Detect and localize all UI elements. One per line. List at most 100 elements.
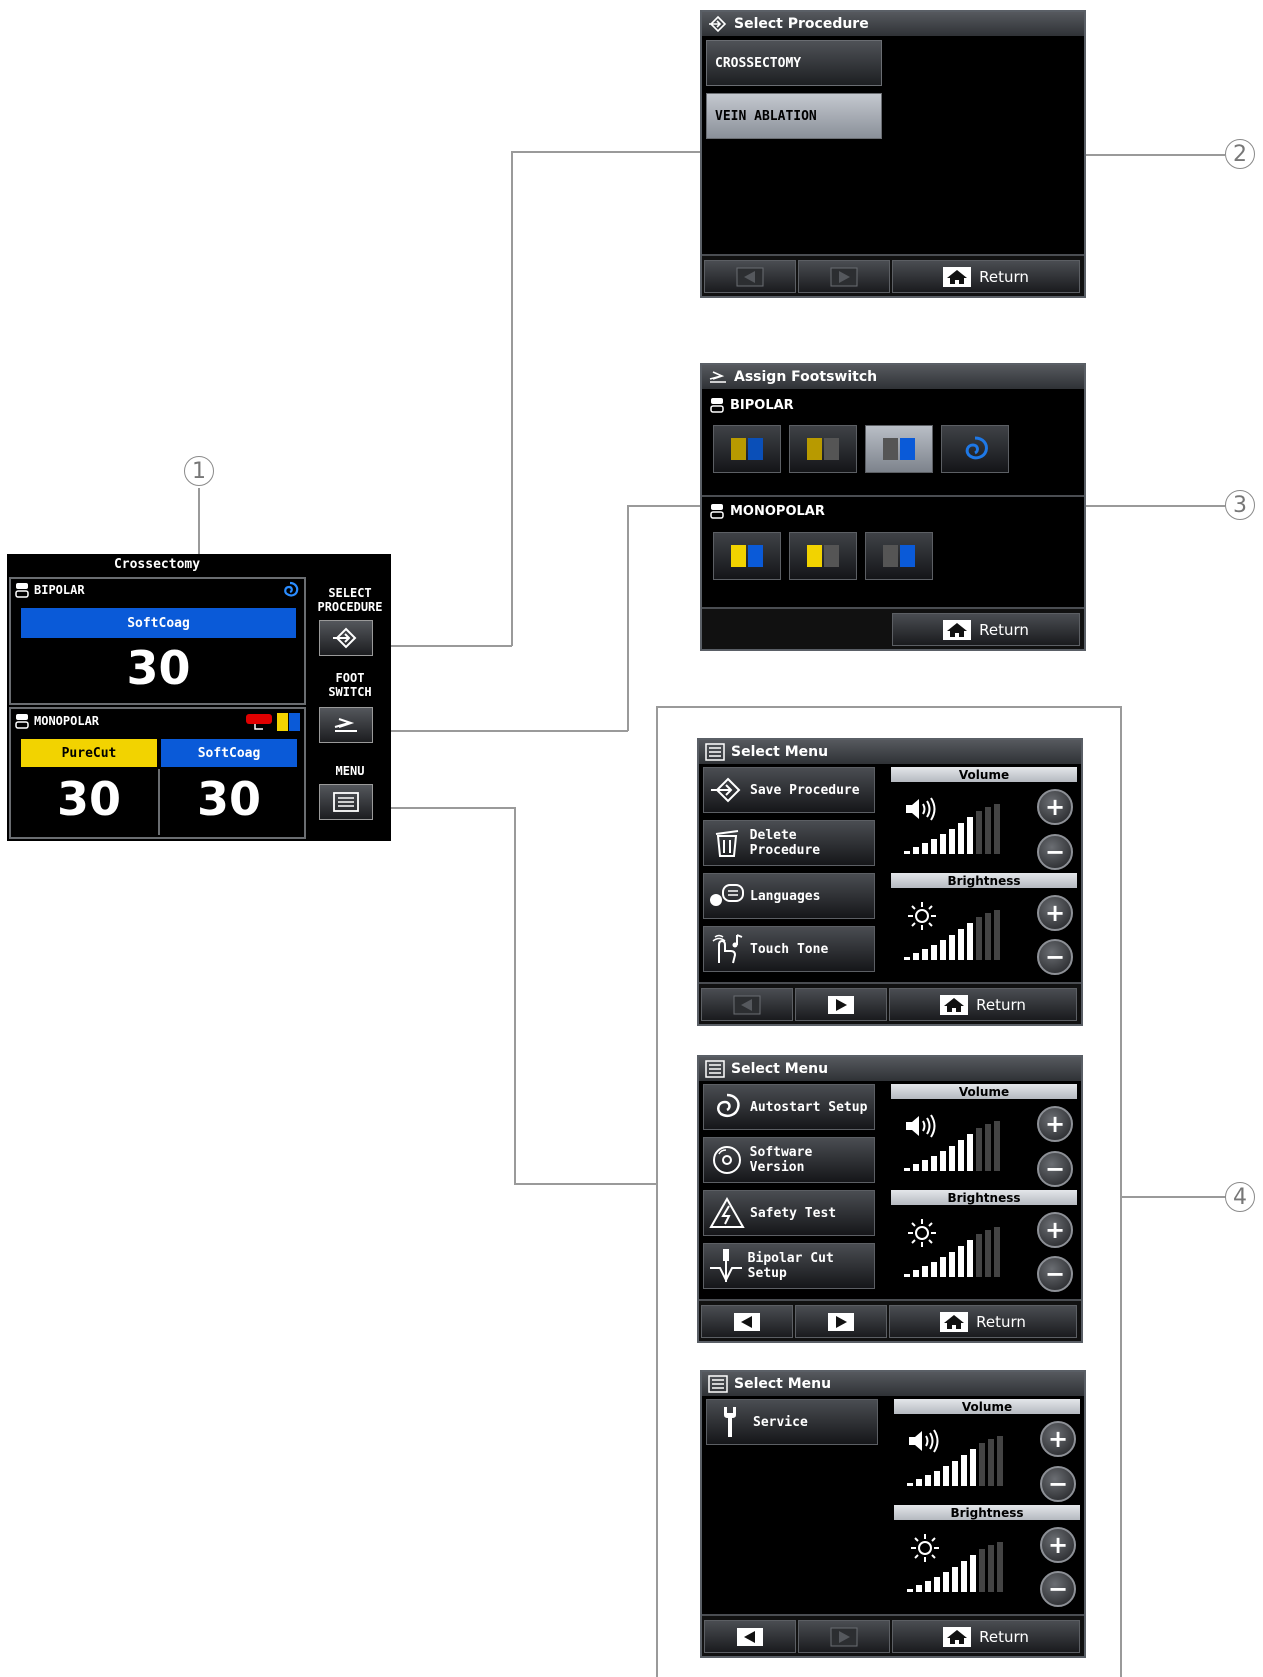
brightness-plus-button[interactable]: + <box>1040 1527 1076 1563</box>
trash-icon <box>715 830 738 857</box>
callout-4: 4 <box>1225 1182 1255 1212</box>
touch-tone-icon <box>712 934 743 964</box>
prev-page-button[interactable] <box>701 1305 793 1338</box>
bipolar-option-autostart[interactable] <box>941 425 1009 473</box>
return-label: Return <box>976 995 1026 1014</box>
volume-level-bars <box>907 1436 1003 1486</box>
return-button[interactable]: Return <box>889 988 1077 1021</box>
languages-icon <box>710 884 744 906</box>
return-button[interactable]: Return <box>892 613 1080 646</box>
next-page-button[interactable] <box>795 988 887 1021</box>
foot-switch-button[interactable] <box>319 707 373 743</box>
menu-label: MENU <box>335 764 365 778</box>
callout-2: 2 <box>1225 139 1255 169</box>
autostart-setup-label: Autostart Setup <box>750 1099 868 1115</box>
brightness-plus-button[interactable]: + <box>1037 1212 1073 1248</box>
menu-list-icon <box>705 1060 725 1078</box>
monopolar-option-grey-blue[interactable] <box>865 532 933 580</box>
home-icon <box>943 619 972 640</box>
select-procedure-icon <box>709 15 727 33</box>
arrow-right-icon <box>830 267 858 286</box>
bipolar-footswitch-icon <box>15 583 29 598</box>
procedure-item-crossectomy[interactable]: CROSSECTOMY <box>706 40 882 86</box>
wire-2b <box>511 151 513 646</box>
software-version-button[interactable]: Software Version <box>703 1137 875 1183</box>
brightness-minus-button[interactable]: − <box>1037 1256 1073 1292</box>
assign-monopolar-label: MONOPOLAR <box>730 503 825 519</box>
safety-test-button[interactable]: Safety Test <box>703 1190 875 1236</box>
prev-page-button[interactable] <box>701 988 793 1021</box>
delete-procedure-button[interactable]: Delete Procedure <box>703 820 875 866</box>
bipolar-value[interactable]: 30 <box>21 639 296 697</box>
bipolar-option-dark-yellow-grey[interactable] <box>789 425 857 473</box>
assign-footswitch-title: Assign Footswitch <box>734 369 878 385</box>
return-button[interactable]: Return <box>892 260 1080 293</box>
warning-icon <box>709 1197 745 1228</box>
monopolar-option-yellow-blue[interactable] <box>713 532 781 580</box>
monopolar-cut-mode[interactable]: PureCut <box>21 739 157 767</box>
brightness-level-bars <box>904 910 1000 960</box>
monopolar-coag-value[interactable]: 30 <box>161 769 297 829</box>
assign-footswitch-bottom-bar: Return <box>702 607 1084 649</box>
volume-minus-button[interactable]: − <box>1037 1151 1073 1187</box>
return-button[interactable]: Return <box>892 1620 1080 1653</box>
volume-header: Volume <box>891 1084 1077 1099</box>
assign-bipolar-label: BIPOLAR <box>730 397 794 413</box>
monopolar-panel: MONOPOLAR PureCut SoftCoag 30 30 <box>9 707 306 839</box>
menu-1-titlebar: Select Menu <box>699 740 1081 764</box>
monopolar-label: MONOPOLAR <box>34 714 100 728</box>
select-procedure-bottom-bar: Return <box>702 254 1084 296</box>
next-page-button[interactable] <box>798 1620 890 1653</box>
brightness-minus-button[interactable]: − <box>1040 1571 1076 1607</box>
main-panel-title: Crossectomy <box>113 556 201 572</box>
safety-test-label: Safety Test <box>750 1205 837 1221</box>
select-procedure-button[interactable] <box>319 620 373 656</box>
procedure-item-vein-ablation[interactable]: VEIN ABLATION <box>706 93 882 139</box>
return-button[interactable]: Return <box>889 1305 1077 1338</box>
bracket-left <box>656 706 658 1677</box>
assign-divider <box>702 495 1084 497</box>
monopolar-cut-value[interactable]: 30 <box>21 769 157 829</box>
bipolar-option-dark-yellow-blue[interactable] <box>713 425 781 473</box>
bipolar-cut-setup-button[interactable]: Bipolar Cut Setup <box>703 1243 875 1289</box>
wire-3c <box>627 505 703 507</box>
volume-minus-button[interactable]: − <box>1037 834 1073 870</box>
prev-page-button[interactable] <box>704 260 796 293</box>
monopolar-coag-mode[interactable]: SoftCoag <box>161 739 297 767</box>
next-page-button[interactable] <box>795 1305 887 1338</box>
volume-plus-button[interactable]: + <box>1037 789 1073 825</box>
callout-3: 3 <box>1225 490 1255 520</box>
menu-screen-3: Select Menu Service Volume + − Brightnes… <box>700 1370 1086 1658</box>
arrow-right-icon <box>828 995 854 1014</box>
wrench-icon <box>724 1407 736 1437</box>
volume-level-bars <box>904 804 1000 854</box>
monopolar-option-yellow-grey[interactable] <box>789 532 857 580</box>
autostart-icon <box>965 436 988 460</box>
assign-monopolar-section: MONOPOLAR <box>702 499 1084 523</box>
volume-minus-button[interactable]: − <box>1040 1466 1076 1502</box>
arrow-left-icon <box>737 1627 763 1646</box>
disc-icon <box>712 1146 741 1174</box>
menu-list-icon <box>333 792 359 812</box>
menu-list-icon <box>705 743 725 761</box>
prev-page-button[interactable] <box>704 1620 796 1653</box>
autostart-icon <box>284 581 299 597</box>
brightness-plus-button[interactable]: + <box>1037 895 1073 931</box>
bipolar-mode[interactable]: SoftCoag <box>21 608 296 638</box>
menu-button[interactable] <box>319 784 373 820</box>
autostart-setup-button[interactable]: Autostart Setup <box>703 1084 875 1130</box>
bipolar-option-grey-blue[interactable] <box>865 425 933 473</box>
wire-3d <box>1085 505 1225 507</box>
arrow-left-icon <box>736 267 764 286</box>
brightness-minus-button[interactable]: − <box>1037 939 1073 975</box>
service-button[interactable]: Service <box>706 1399 878 1445</box>
wire-3b <box>627 505 629 731</box>
menu-screen-1: Select Menu Save Procedure Delete Proced… <box>697 738 1083 1026</box>
touch-tone-button[interactable]: Touch Tone <box>703 926 875 972</box>
save-procedure-button[interactable]: Save Procedure <box>703 767 875 813</box>
next-page-button[interactable] <box>798 260 890 293</box>
volume-plus-button[interactable]: + <box>1037 1106 1073 1142</box>
volume-plus-button[interactable]: + <box>1040 1421 1076 1457</box>
footswitch-dark-yellow-grey-icon <box>807 438 839 460</box>
languages-button[interactable]: Languages <box>703 873 875 919</box>
